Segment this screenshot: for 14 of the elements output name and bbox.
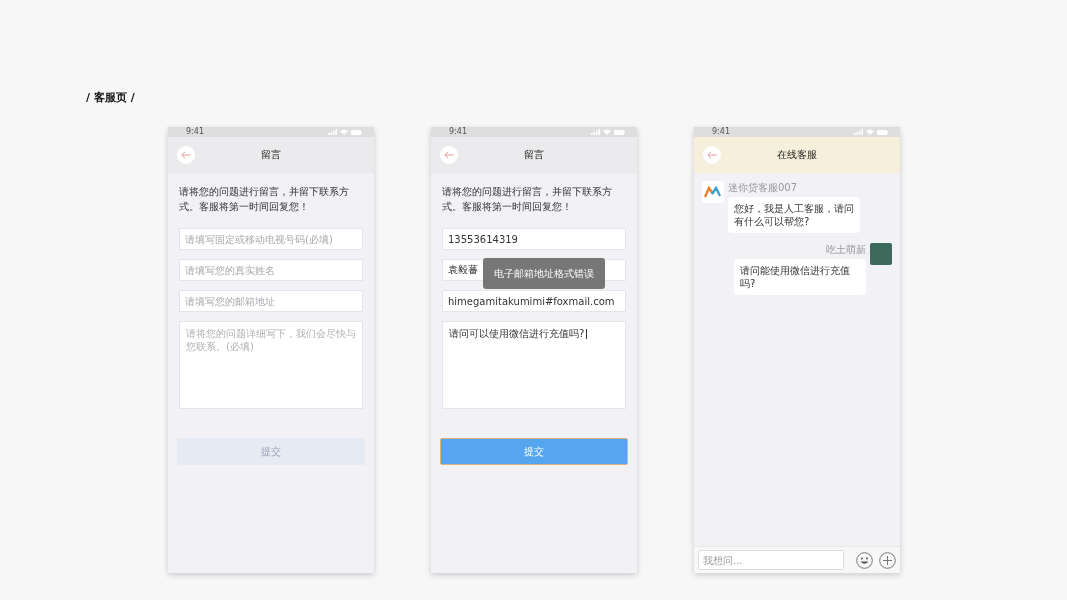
page-title: 留言 bbox=[261, 148, 281, 162]
status-time: 9:41 bbox=[186, 127, 204, 137]
status-time: 9:41 bbox=[449, 127, 467, 137]
section-title: / 客服页 / bbox=[86, 90, 135, 105]
sender-name: 吃土萌新 bbox=[826, 243, 866, 257]
page-title: 留言 bbox=[524, 148, 544, 162]
intro-text: 请将您的问题进行留言，并留下联系方式。客服将第一时间回复您！ bbox=[179, 185, 350, 214]
error-toast: 电子邮箱地址格式错误 bbox=[483, 258, 605, 289]
intro-text: 请将您的问题进行留言，并留下联系方式。客服将第一时间回复您！ bbox=[442, 185, 613, 214]
chat-bubble: 您好，我是人工客服，请问有什么可以帮您? bbox=[728, 197, 860, 233]
chat-bubble: 请问能使用微信进行充值吗? bbox=[734, 259, 866, 295]
status-time: 9:41 bbox=[712, 127, 730, 137]
sender-name: 迷你贷客服007 bbox=[728, 181, 799, 195]
page-title: 在线客服 bbox=[777, 148, 817, 162]
